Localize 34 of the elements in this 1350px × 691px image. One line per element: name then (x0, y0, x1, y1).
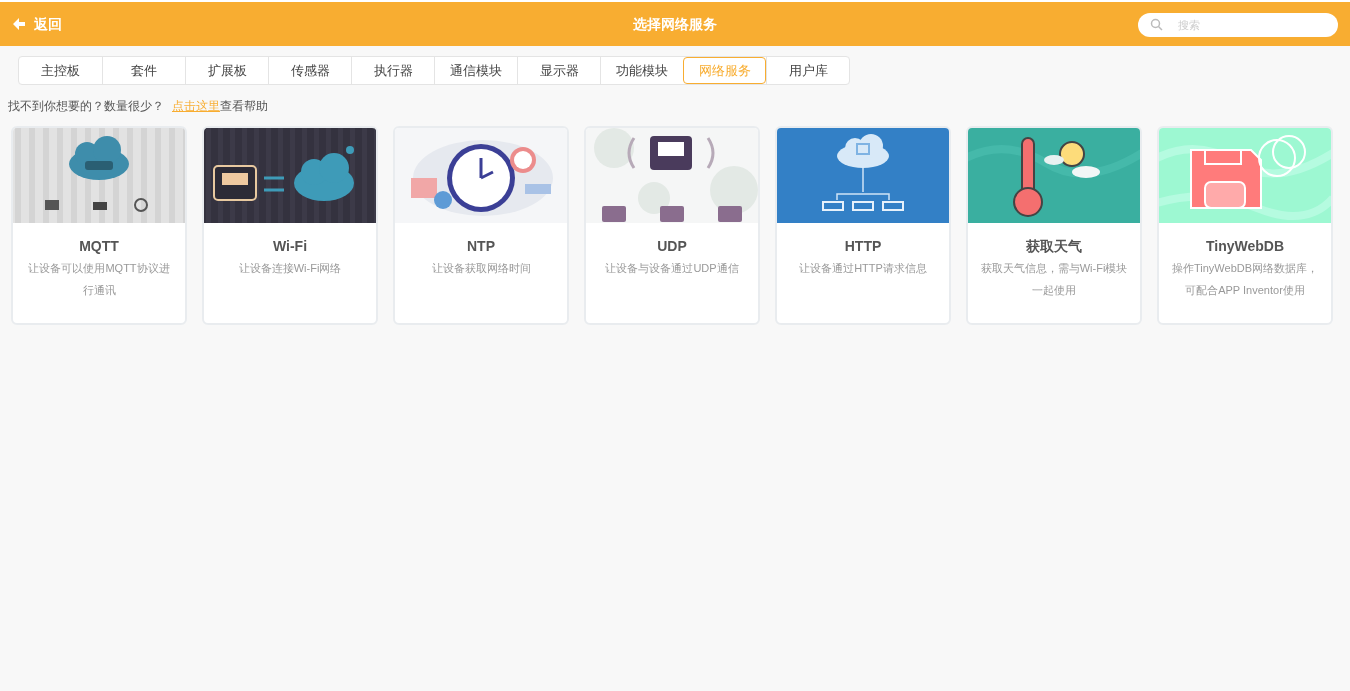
category-tab[interactable]: 用户库 (766, 57, 849, 84)
back-arrow-icon (12, 17, 26, 31)
category-tab[interactable]: 执行器 (351, 57, 434, 84)
card-title: HTTP (844, 237, 882, 256)
card-title: Wi-Fi (272, 237, 308, 256)
service-card[interactable]: Wi-Fi 让设备连接Wi-Fi网络 (202, 126, 378, 325)
card-title: TinyWebDB (1205, 237, 1284, 256)
card-description: 获取天气信息，需与Wi-Fi模块一起使用 (979, 261, 1129, 298)
card-description: 让设备通过HTTP请求信息 (798, 261, 928, 276)
card-description: 让设备获取网络时间 (430, 261, 532, 276)
card-title: 获取天气 (1026, 237, 1082, 256)
category-tab[interactable]: 扩展板 (185, 57, 268, 84)
card-description: 让设备连接Wi-Fi网络 (237, 261, 343, 276)
service-card[interactable]: NTP 让设备获取网络时间 (393, 126, 569, 325)
category-tab[interactable]: 通信模块 (434, 57, 517, 84)
card-description: 让设备可以使用MQTT协议进行通讯 (27, 261, 171, 298)
category-tab[interactable]: 显示器 (517, 57, 600, 84)
service-card[interactable]: HTTP 让设备通过HTTP请求信息 (775, 126, 951, 325)
page-title: 选择网络服务 (633, 14, 717, 34)
category-tab[interactable]: 主控板 (19, 57, 102, 84)
category-tab[interactable]: 功能模块 (600, 57, 683, 84)
category-tab[interactable]: 传感器 (268, 57, 351, 84)
search-icon (1150, 18, 1163, 31)
card-title: MQTT (79, 237, 119, 256)
card-description: 操作TinyWebDB网络数据库，可配合APP Inventor使用 (1170, 261, 1320, 298)
service-card[interactable]: TinyWebDB 操作TinyWebDB网络数据库，可配合APP Inventor使用 (1157, 126, 1333, 325)
category-tab[interactable]: 套件 (102, 57, 185, 84)
card-description: 让设备与设备通过UDP通信 (604, 261, 740, 276)
service-card[interactable]: MQTT 让设备可以使用MQTT协议进行通讯 (11, 126, 187, 325)
card-title: NTP (467, 237, 495, 256)
service-card[interactable]: UDP 让设备与设备通过UDP通信 (584, 126, 760, 325)
card-title: UDP (657, 237, 687, 256)
service-card[interactable]: 获取天气 获取天气信息，需与Wi-Fi模块一起使用 (966, 126, 1142, 325)
help-text: 找不到你想要的？数量很少？ 点击这里查看帮助 (8, 98, 269, 115)
